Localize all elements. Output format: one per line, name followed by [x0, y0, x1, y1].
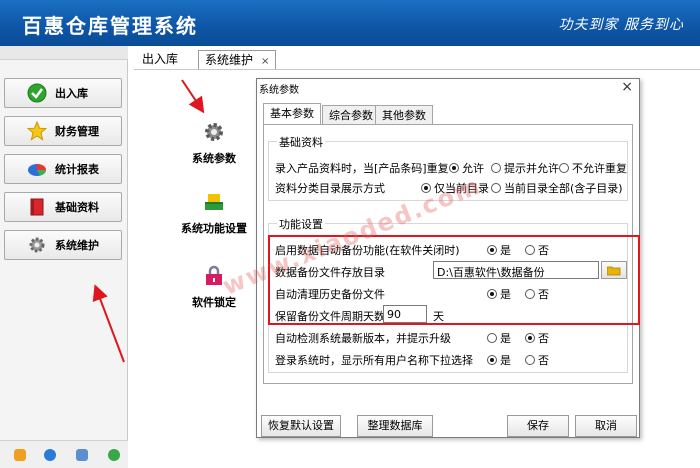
dialog-title: 系统参数: [259, 85, 299, 96]
option-label: 否: [538, 332, 549, 345]
radio-selected-icon: [525, 333, 535, 343]
login-user-list-label: 登录系统时，显示所有用户名称下拉选择: [275, 354, 473, 367]
option-label: 当前目录全部(含子目录): [504, 182, 623, 195]
login-user-list-no-radio[interactable]: 否: [525, 352, 549, 368]
close-icon[interactable]: ×: [621, 79, 633, 95]
restore-default-button[interactable]: 恢复默认设置: [261, 415, 341, 437]
barcode-dup-label: 录入产品资料时，当[产品条码]重复: [275, 162, 449, 175]
tab-general-params[interactable]: 综合参数: [322, 105, 380, 125]
auto-update-yes-radio[interactable]: 是: [487, 330, 511, 346]
barcode-dup-prompt-radio[interactable]: 提示并允许: [491, 160, 559, 176]
login-user-list-yes-radio[interactable]: 是: [487, 352, 511, 368]
option-label: 不允许重复: [572, 162, 627, 175]
radio-icon: [487, 333, 497, 343]
organize-db-button[interactable]: 整理数据库: [357, 415, 433, 437]
tab-other-params[interactable]: 其他参数: [375, 105, 433, 125]
save-button[interactable]: 保存: [507, 415, 569, 437]
cancel-button[interactable]: 取消: [575, 415, 637, 437]
group-label: 基础资料: [277, 134, 325, 150]
category-display-label: 资料分类目录展示方式: [275, 182, 385, 195]
radio-icon: [559, 163, 569, 173]
radio-icon: [491, 183, 501, 193]
auto-update-no-radio[interactable]: 否: [525, 330, 549, 346]
tab-basic-params[interactable]: 基本参数: [263, 103, 321, 125]
group-label: 功能设置: [277, 216, 325, 232]
option-label: 是: [500, 332, 511, 345]
barcode-dup-deny-radio[interactable]: 不允许重复: [559, 160, 627, 176]
option-label: 是: [500, 354, 511, 367]
category-all-radio[interactable]: 当前目录全部(含子目录): [491, 180, 623, 196]
radio-selected-icon: [449, 163, 459, 173]
radio-selected-icon: [487, 355, 497, 365]
radio-icon: [491, 163, 501, 173]
option-label: 否: [538, 354, 549, 367]
option-label: 提示并允许: [504, 162, 559, 175]
radio-icon: [525, 355, 535, 365]
auto-update-label: 自动检测系统最新版本，并提示升级: [275, 332, 451, 345]
